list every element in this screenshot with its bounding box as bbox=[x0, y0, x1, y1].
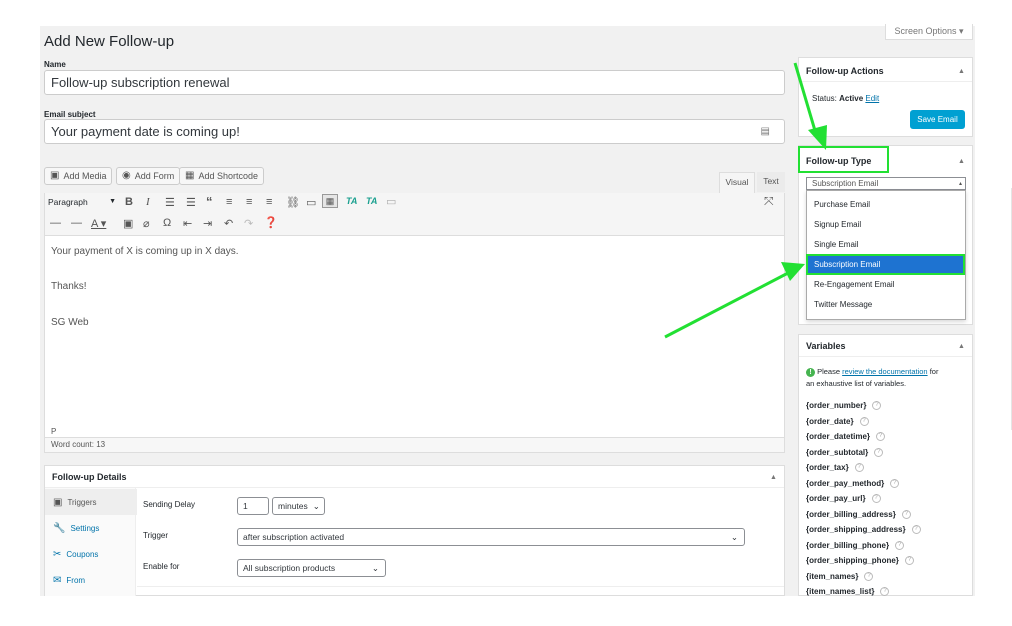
annotation-arrows bbox=[664, 62, 827, 339]
arrow-to-followup-type bbox=[793, 62, 827, 150]
arrow-to-subscription-option bbox=[664, 262, 805, 339]
